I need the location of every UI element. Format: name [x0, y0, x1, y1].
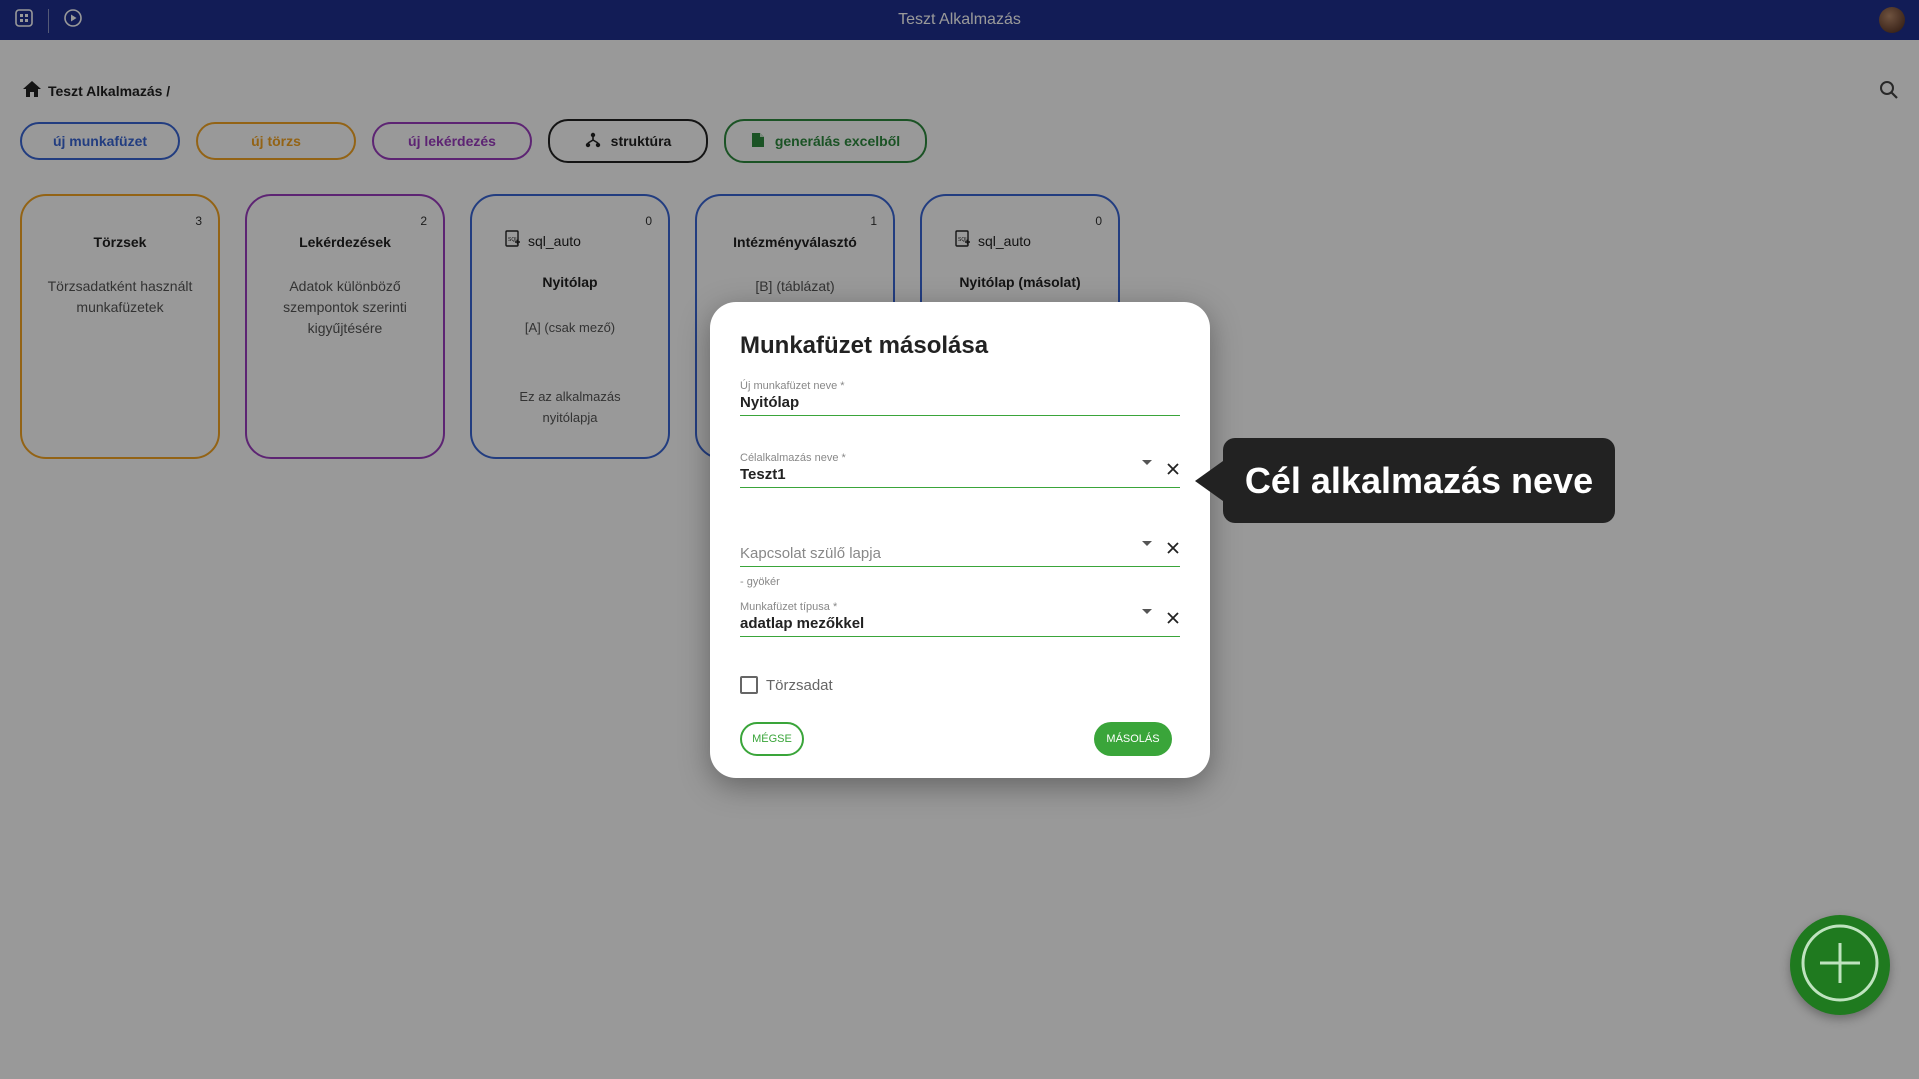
dropdown-arrow-icon[interactable]	[1142, 602, 1152, 620]
dropdown-arrow-icon[interactable]	[1142, 453, 1152, 471]
target-app-field[interactable]: Célalkalmazás neve * Teszt1	[740, 452, 1180, 488]
parent-page-hint: - gyökér	[740, 576, 780, 588]
workbook-type-field[interactable]: Munkafüzet típusa * adatlap mezőkkel	[740, 601, 1180, 637]
cancel-button[interactable]: MÉGSE	[740, 722, 804, 756]
field-value[interactable]: adatlap mezőkkel	[740, 615, 1180, 636]
field-value[interactable]: Nyitólap	[740, 394, 1180, 415]
master-data-checkbox-row[interactable]: Törzsadat	[740, 676, 833, 694]
field-label: Célalkalmazás neve *	[740, 452, 846, 464]
field-label: Új munkafüzet neve *	[740, 380, 845, 392]
dropdown-arrow-icon[interactable]	[1142, 534, 1152, 552]
add-fab-button[interactable]	[1790, 915, 1890, 1015]
parent-page-field[interactable]: Kapcsolat szülő lapja	[740, 541, 1180, 567]
dialog-title: Munkafüzet másolása	[740, 332, 989, 359]
clear-icon[interactable]	[1166, 611, 1180, 630]
tooltip: Cél alkalmazás neve	[1223, 438, 1615, 523]
copy-workbook-dialog: Munkafüzet másolása Új munkafüzet neve *…	[710, 302, 1210, 778]
field-placeholder[interactable]: Kapcsolat szülő lapja	[740, 545, 1180, 566]
copy-button[interactable]: MÁSOLÁS	[1094, 722, 1172, 756]
clear-icon[interactable]	[1166, 541, 1180, 560]
field-value[interactable]: Teszt1	[740, 466, 1180, 487]
master-data-checkbox[interactable]	[740, 676, 758, 694]
new-workbook-name-field[interactable]: Új munkafüzet neve * Nyitólap	[740, 380, 1180, 416]
checkbox-label: Törzsadat	[766, 676, 833, 694]
tooltip-pointer	[1195, 461, 1223, 501]
field-label: Munkafüzet típusa *	[740, 601, 838, 613]
plus-circle-icon	[1798, 921, 1882, 1010]
clear-icon[interactable]	[1166, 462, 1180, 481]
